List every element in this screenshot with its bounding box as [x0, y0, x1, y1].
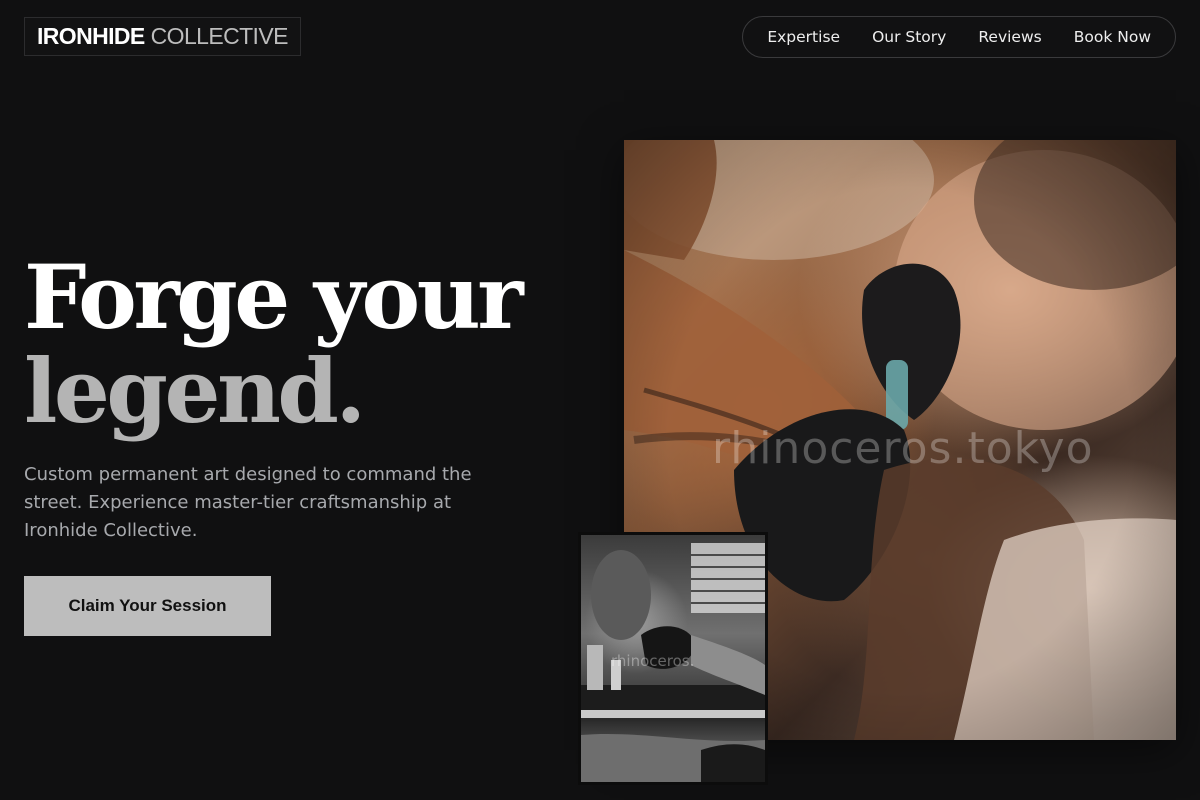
nav-item-expertise[interactable]: Expertise: [767, 28, 856, 46]
nav-item-our-story[interactable]: Our Story: [856, 28, 962, 46]
inset-photo-studio: rhinoceros.: [578, 532, 768, 785]
landing-page: IRONHIDE COLLECTIVE Expertise Our Story …: [0, 0, 1200, 800]
hero-headline-line2: legend.: [24, 339, 366, 443]
brand-name-strong: IRONHIDE: [37, 23, 145, 49]
brand-logo[interactable]: IRONHIDE COLLECTIVE: [24, 17, 301, 56]
hero-subcopy: Custom permanent art designed to command…: [24, 464, 472, 541]
photo-watermark: rhinoceros.tokyo: [712, 423, 1094, 474]
main-nav: Expertise Our Story Reviews Book Now: [742, 16, 1176, 58]
brand-name-light: COLLECTIVE: [150, 23, 289, 49]
hero-headline: Forge your legend.: [24, 245, 524, 443]
nav-item-reviews[interactable]: Reviews: [962, 28, 1057, 46]
hero-headline-line1: Forge your: [24, 245, 524, 349]
nav-item-book-now[interactable]: Book Now: [1058, 28, 1151, 46]
inset-photo-watermark: rhinoceros.: [611, 652, 695, 670]
claim-session-button[interactable]: Claim Your Session: [24, 576, 271, 636]
